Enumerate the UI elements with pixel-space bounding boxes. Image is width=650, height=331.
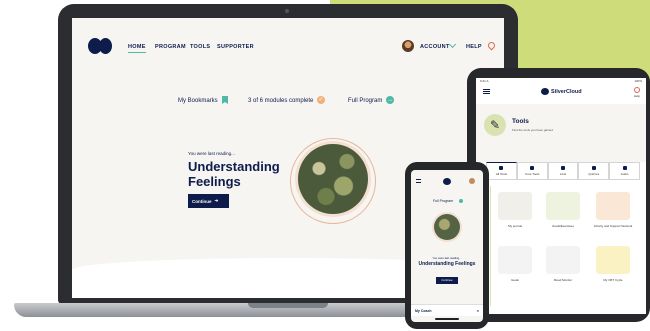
- tablet-screen: 9:41 A 100% SilverCloud Help ✎ Tools Fin…: [476, 78, 646, 314]
- avatar[interactable]: [402, 40, 414, 52]
- tab-label: Audio: [620, 172, 629, 176]
- quiz-icon: [591, 166, 596, 170]
- tab-label: Core Tools: [525, 172, 540, 176]
- help-icon[interactable]: [486, 40, 497, 51]
- lily-pond-image: [434, 214, 460, 240]
- tools-grid: My journal Goals/Exercises Activity and …: [490, 186, 640, 306]
- continue-button[interactable]: Continue: [436, 277, 458, 284]
- last-reading-label: You were last reading...: [432, 256, 462, 260]
- tool-card-label: Goals/Exercises: [552, 224, 574, 228]
- tab-label: Quizzes: [588, 172, 600, 176]
- tool-card-journal[interactable]: My journal: [493, 192, 537, 228]
- nav-tools[interactable]: TOOLS: [190, 44, 210, 50]
- list-icon: [560, 166, 565, 170]
- chart-icon: [546, 192, 580, 220]
- home-indicator: [435, 318, 459, 320]
- arrow-right-icon[interactable]: [459, 199, 463, 203]
- nav-help[interactable]: HELP: [466, 44, 482, 50]
- nav-account[interactable]: ACCOUNT: [420, 44, 450, 50]
- menu-icon[interactable]: [483, 89, 490, 94]
- help-button[interactable]: Help: [634, 87, 640, 98]
- tab-audio[interactable]: Audio: [609, 162, 640, 180]
- headphones-icon: [622, 166, 627, 170]
- journal-icon: [498, 192, 532, 220]
- tool-card-goals-exercises[interactable]: Goals/Exercises: [541, 192, 585, 228]
- continue-button[interactable]: Continue ➜: [188, 194, 229, 208]
- arrow-right-icon[interactable]: →: [386, 96, 394, 104]
- cycle-icon: [596, 246, 630, 274]
- tab-quizzes[interactable]: Quizzes: [578, 162, 610, 180]
- module-title: Understanding Feelings: [188, 159, 280, 189]
- menu-icon[interactable]: [416, 179, 421, 183]
- tab-label: Lists: [559, 172, 567, 176]
- grid-icon: [499, 166, 504, 170]
- clock-icon: [498, 246, 532, 274]
- tool-card-mood-monitor[interactable]: Mood Monitor: [541, 246, 585, 282]
- last-reading-label: You were last reading...: [188, 151, 235, 156]
- tab-all-tools[interactable]: All Tools: [486, 162, 517, 180]
- nav-supporter[interactable]: SUPPORTER: [217, 44, 254, 50]
- nav-program[interactable]: PROGRAM: [155, 44, 186, 50]
- close-icon[interactable]: ×: [477, 308, 479, 313]
- tools-tabs: All Tools Core Tools Lists Quizzes Audio: [486, 162, 640, 180]
- silvercloud-logo-icon: [541, 88, 549, 95]
- coach-label: My Coach: [415, 309, 432, 313]
- target-icon: [530, 166, 535, 170]
- tool-card-cbt-cycle[interactable]: My CBT Cycle: [591, 246, 635, 282]
- bookmarks-link[interactable]: My Bookmarks: [178, 98, 218, 104]
- weather-icon: [546, 246, 580, 274]
- tool-card-activity-network[interactable]: Activity and Support Network: [591, 192, 635, 228]
- tool-card-goals[interactable]: Goals: [493, 246, 537, 282]
- continue-label: Continue: [192, 198, 212, 204]
- full-program-link[interactable]: Full Program: [348, 98, 382, 104]
- silvercloud-logo-icon[interactable]: [88, 38, 114, 58]
- tool-card-label: Activity and Support Network: [593, 224, 633, 228]
- page-title: Tools: [512, 118, 529, 125]
- status-time: 9:41 A: [480, 79, 489, 83]
- module-title: Understanding Feelings: [418, 261, 476, 267]
- network-icon: [596, 192, 630, 220]
- modules-progress: 3 of 6 modules complete: [248, 98, 314, 104]
- bookmark-icon: [222, 96, 228, 104]
- tab-core-tools[interactable]: Core Tools: [516, 162, 548, 180]
- tool-card-label: My journal: [508, 224, 522, 228]
- silvercloud-logo-icon: [443, 178, 451, 185]
- tab-lists[interactable]: Lists: [547, 162, 579, 180]
- coach-panel[interactable]: My Coach ×: [411, 304, 483, 316]
- full-program-link[interactable]: Full Program: [433, 199, 453, 203]
- tool-card-label: My CBT Cycle: [603, 278, 623, 282]
- phone-screen: Full Program You were last reading... Un…: [411, 170, 483, 322]
- avatar[interactable]: [469, 178, 475, 184]
- lily-pond-image: [298, 144, 368, 214]
- page-subtitle: Find the tools you have gained: [512, 128, 553, 132]
- check-icon: ✓: [317, 96, 325, 104]
- wrench-icon: ✎: [484, 114, 506, 136]
- tab-label: All Tools: [495, 172, 507, 176]
- tool-card-label: Goals: [511, 278, 519, 282]
- status-battery: 100%: [634, 79, 642, 83]
- arrow-right-icon: ➜: [214, 198, 219, 203]
- brand-name: SilverCloud: [551, 89, 582, 95]
- nav-home[interactable]: HOME: [128, 44, 146, 53]
- device-mockup-scene: HOME PROGRAM TOOLS SUPPORTER ACCOUNT HEL…: [0, 0, 650, 331]
- chevron-down-icon[interactable]: [448, 40, 457, 49]
- laptop-notch: [248, 303, 328, 308]
- tool-card-label: Mood Monitor: [553, 278, 573, 282]
- laptop-camera: [285, 9, 289, 13]
